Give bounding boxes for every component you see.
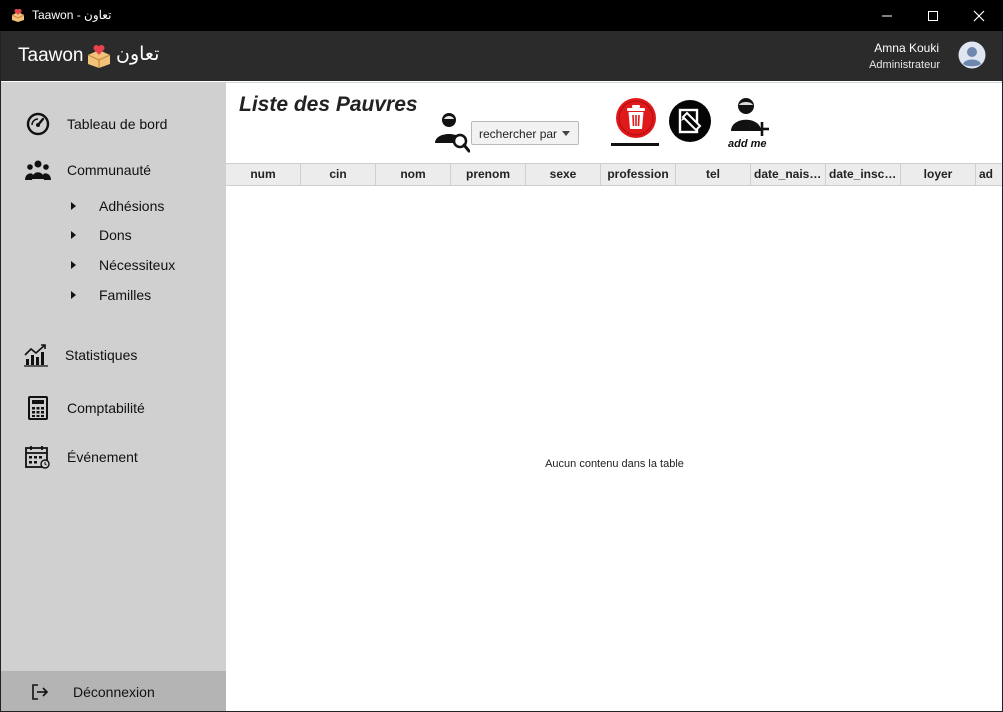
chevron-right-icon [71, 291, 76, 299]
sidebar-subitem-familles[interactable]: Familles [1, 283, 226, 307]
window-title: Taawon - تعاون [32, 8, 112, 22]
column-header-date-inscription[interactable]: date_inscr… [826, 164, 901, 185]
close-icon [973, 10, 985, 22]
dashboard-gauge-icon [26, 112, 50, 136]
column-header-num[interactable]: num [226, 164, 301, 185]
main-panel: Liste des Pauvres rechercher par add me [226, 82, 1003, 712]
column-header-nom[interactable]: nom [376, 164, 451, 185]
statistics-chart-icon [24, 344, 48, 367]
sidebar-subitem-necessiteux[interactable]: Nécessiteux [1, 253, 226, 277]
chevron-right-icon [71, 231, 76, 239]
column-header-profession[interactable]: profession [601, 164, 676, 185]
logout-label: Déconnexion [73, 684, 155, 700]
sidebar-item-comptabilite[interactable]: Comptabilité [1, 391, 226, 425]
app-header: Taawon تعاون Amna Kouki Administrateur [0, 31, 1003, 81]
logout-icon [32, 684, 49, 700]
search-criteria-select[interactable]: rechercher par [471, 121, 579, 145]
maximize-icon [928, 11, 938, 21]
maximize-button[interactable] [910, 0, 956, 31]
search-criteria-value: rechercher par [479, 127, 558, 141]
column-header-adresse[interactable]: ad [976, 164, 1003, 185]
page-title: Liste des Pauvres [239, 93, 418, 116]
column-header-sexe[interactable]: sexe [526, 164, 601, 185]
sidebar-subitem-dons[interactable]: Dons [1, 223, 226, 247]
calendar-icon [25, 446, 50, 469]
user-role: Administrateur [869, 59, 940, 71]
chevron-down-icon [562, 131, 570, 136]
delete-button-underline [611, 143, 659, 146]
column-header-cin[interactable]: cin [301, 164, 376, 185]
sidebar-item-tableau-de-bord[interactable]: Tableau de bord [1, 107, 226, 141]
logout-button[interactable]: Déconnexion [1, 671, 226, 712]
brand-name: Taawon [18, 45, 84, 66]
sidebar: Tableau de bord Communauté Adhésions Don… [1, 82, 226, 712]
sidebar-subitem-label: Adhésions [99, 198, 165, 214]
window-titlebar: Taawon - تعاون [0, 0, 1003, 31]
sidebar-item-label: Statistiques [65, 347, 138, 363]
column-header-tel[interactable]: tel [676, 164, 751, 185]
sidebar-subitem-label: Familles [99, 287, 152, 303]
window-border-left [0, 31, 1, 712]
taawon-logo-icon [87, 45, 111, 68]
sidebar-item-statistiques[interactable]: Statistiques [1, 338, 226, 372]
minimize-icon [882, 15, 892, 17]
trash-icon[interactable] [615, 97, 657, 139]
brand-name-arabic: تعاون [116, 43, 160, 65]
chevron-right-icon [71, 202, 76, 210]
sidebar-item-label: Communauté [67, 162, 152, 178]
calculator-icon [28, 396, 48, 420]
sidebar-item-evenement[interactable]: Événement [1, 440, 226, 474]
user-search-icon [435, 113, 470, 153]
sidebar-subitem-label: Dons [99, 227, 132, 243]
sidebar-item-label: Événement [67, 449, 138, 465]
user-avatar-icon[interactable] [958, 41, 986, 69]
sidebar-item-communaute[interactable]: Communauté [1, 153, 226, 187]
close-button[interactable] [956, 0, 1002, 31]
add-button-label: add me [728, 138, 767, 150]
sidebar-item-label: Tableau de bord [67, 116, 168, 132]
edit-user-icon[interactable] [668, 99, 712, 143]
table-empty-message: Aucun contenu dans la table [545, 458, 684, 470]
column-header-prenom[interactable]: prenom [451, 164, 526, 185]
taawon-logo-icon [11, 9, 25, 22]
add-user-icon[interactable] [728, 95, 772, 139]
minimize-button[interactable] [864, 0, 910, 31]
sidebar-subitem-adhesions[interactable]: Adhésions [1, 194, 226, 218]
sidebar-item-label: Comptabilité [67, 400, 145, 416]
chevron-right-icon [71, 261, 76, 269]
table-header: num cin nom prenom sexe profession tel d… [226, 163, 1003, 186]
community-users-icon [25, 160, 51, 180]
column-header-loyer[interactable]: loyer [901, 164, 976, 185]
user-name: Amna Kouki [874, 41, 939, 55]
column-header-date-naissance[interactable]: date_naiss… [751, 164, 826, 185]
sidebar-subitem-label: Nécessiteux [99, 257, 176, 273]
